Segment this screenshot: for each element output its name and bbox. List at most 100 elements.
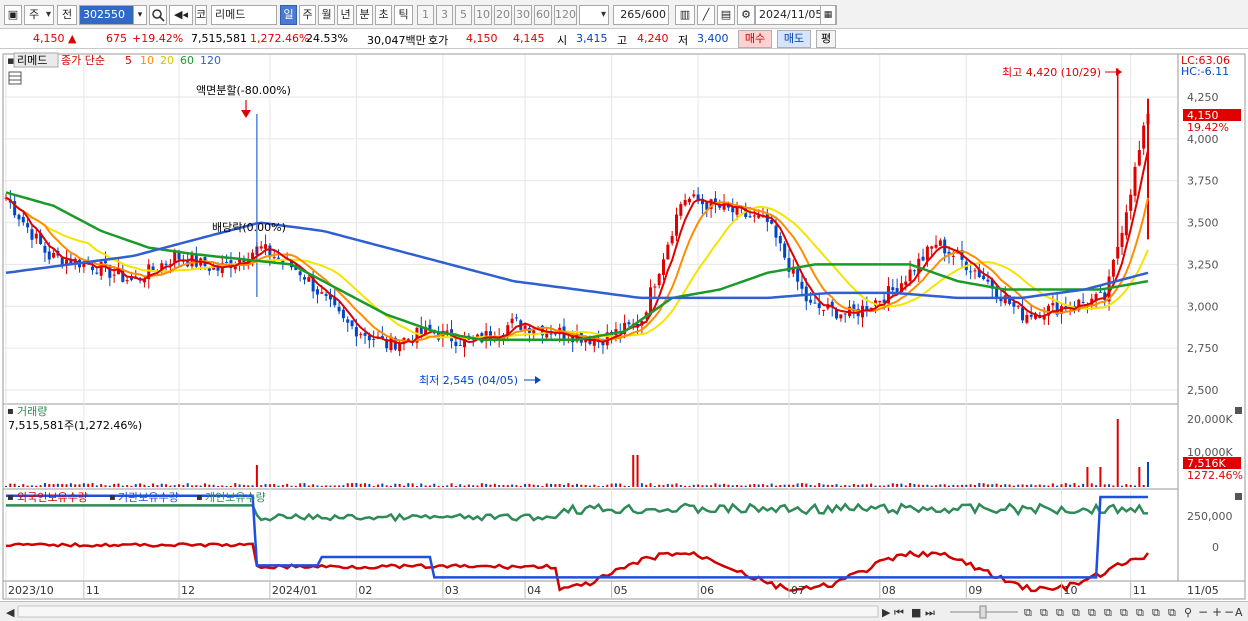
period-day-button[interactable]: 일 [280, 5, 297, 25]
count-field[interactable]: 265/600 [613, 5, 669, 25]
tool-icon-10[interactable]: ⧉ [1168, 606, 1176, 619]
volume-bar [415, 485, 418, 487]
step-forward-icon[interactable]: ⏭ [925, 606, 935, 619]
tool-icon-4[interactable]: ⧉ [1072, 606, 1080, 619]
type-button[interactable]: 전 [57, 5, 77, 25]
candle-body [272, 257, 276, 259]
volume-bar [407, 483, 410, 487]
volume-bar [459, 484, 462, 487]
volume-bar [229, 485, 232, 487]
scroll-track[interactable] [17, 605, 879, 618]
candle-body [406, 338, 410, 340]
period-tick-button[interactable]: 틱 [394, 5, 413, 25]
volume-bar [753, 484, 756, 487]
candle-body [359, 334, 363, 336]
interval-3-button[interactable]: 3 [436, 5, 453, 25]
interval-60-button[interactable]: 60 [534, 5, 552, 25]
volume-bar [1108, 484, 1111, 487]
volume-bar [69, 483, 72, 487]
volume-bar [1051, 483, 1054, 487]
chart-area: ▪ 리메드 종가 단순 5 10 20 60 120 LC:63.06 HC:-… [0, 52, 1248, 602]
candle-body [112, 274, 116, 276]
volume-bar [701, 485, 704, 487]
volume-bar [467, 484, 470, 487]
interval-120-button[interactable]: 120 [554, 5, 577, 25]
zoom-search-icon[interactable]: ⚲ [1184, 606, 1192, 619]
price-change: 675 [106, 32, 127, 45]
candle-body [1137, 150, 1141, 166]
interval-10-button[interactable]: 10 [474, 5, 492, 25]
volume-bar [519, 485, 522, 487]
draw-line-icon[interactable]: ╱ [697, 5, 715, 25]
tool-icon-8[interactable]: ⧉ [1136, 606, 1144, 619]
play-icon[interactable]: ▶ [882, 606, 891, 619]
zoom-in-icon[interactable]: + [1212, 605, 1222, 619]
period-month-button[interactable]: 월 [318, 5, 335, 25]
month-label: 04 [527, 584, 541, 597]
month-label: 11 [86, 584, 100, 597]
volume-bar [1012, 485, 1015, 487]
svg-text:▪: ▪ [196, 492, 203, 503]
zoom-slider-handle[interactable] [979, 605, 987, 619]
tool-icon-6[interactable]: ⧉ [1104, 606, 1112, 619]
buy-button[interactable]: 매수 [738, 30, 772, 48]
volume-bar [718, 484, 721, 487]
period-year-button[interactable]: 년 [337, 5, 354, 25]
save-icon[interactable]: ▤ [717, 5, 735, 25]
volume-bar [1034, 485, 1037, 487]
volume-bar [242, 484, 245, 487]
window-icon[interactable]: ▣ [4, 5, 22, 25]
search-icon[interactable] [149, 5, 167, 25]
volume-bar [351, 483, 354, 487]
zoom-out-icon[interactable]: − [1198, 605, 1208, 619]
candle-body [796, 269, 800, 282]
period-select[interactable]: 주 [24, 5, 54, 25]
tool-icon-1[interactable]: ⧉ [1024, 606, 1032, 619]
interval-custom-select[interactable] [579, 5, 609, 25]
volume-bar [623, 485, 626, 487]
volume-bar [489, 484, 492, 487]
tool-icon-2[interactable]: ⧉ [1040, 606, 1048, 619]
volume-bar [139, 483, 142, 487]
settings-gear-icon[interactable]: ⚙ [737, 5, 755, 25]
candle-body [95, 272, 99, 274]
scroll-left-icon[interactable]: ◀ [6, 606, 15, 619]
chart-canvas[interactable]: ▪ 리메드 종가 단순 5 10 20 60 120 LC:63.06 HC:-… [0, 52, 1248, 602]
stop-icon[interactable]: ■ [911, 606, 921, 619]
tool-icon-3[interactable]: ⧉ [1056, 606, 1064, 619]
minimize-icon[interactable]: − [1224, 605, 1234, 619]
candle-body [21, 216, 25, 223]
auto-scale-icon[interactable]: A [1235, 606, 1243, 619]
period-second-button[interactable]: 초 [375, 5, 392, 25]
eval-button[interactable]: 평 [816, 30, 836, 48]
candle-body [445, 330, 449, 332]
tool-icon-5[interactable]: ⧉ [1088, 606, 1096, 619]
month-label: 06 [700, 584, 714, 597]
calendar-icon[interactable]: ▦ [820, 5, 836, 25]
tool-icon-9[interactable]: ⧉ [1152, 606, 1160, 619]
interval-30-button[interactable]: 30 [514, 5, 532, 25]
candle-body [817, 303, 821, 309]
interval-1-button[interactable]: 1 [417, 5, 434, 25]
volume-bar [973, 485, 976, 487]
volume-bar [736, 485, 739, 487]
code-dropdown-icon[interactable]: ▾ [133, 5, 147, 25]
stock-name-field[interactable]: 리메드 [211, 5, 277, 25]
interval-20-button[interactable]: 20 [494, 5, 512, 25]
period-minute-button[interactable]: 분 [356, 5, 373, 25]
volume-bar [913, 484, 916, 487]
volume-bar [191, 485, 194, 487]
month-label: 12 [181, 584, 195, 597]
chart-type-icon[interactable]: ▥ [675, 5, 695, 25]
tool-icon-7[interactable]: ⧉ [1120, 606, 1128, 619]
volume-bar [48, 484, 51, 487]
interval-5-button[interactable]: 5 [455, 5, 472, 25]
volume-bar [342, 485, 345, 487]
candle-body [1142, 125, 1146, 149]
period-week-button[interactable]: 주 [299, 5, 316, 25]
sell-button[interactable]: 매도 [777, 30, 811, 48]
volume-bar [597, 485, 600, 487]
step-back-icon[interactable]: ⏮ [894, 606, 904, 619]
chart-scrollbar[interactable]: ◀ ▶ ⏮ ■ ⏭ ⧉ ⧉ ⧉ ⧉ ⧉ ⧉ ⧉ ⧉ ⧉ ⧉ ⚲ − + − A [0, 601, 1248, 621]
speaker-icon[interactable]: ◀◂ [169, 5, 193, 25]
